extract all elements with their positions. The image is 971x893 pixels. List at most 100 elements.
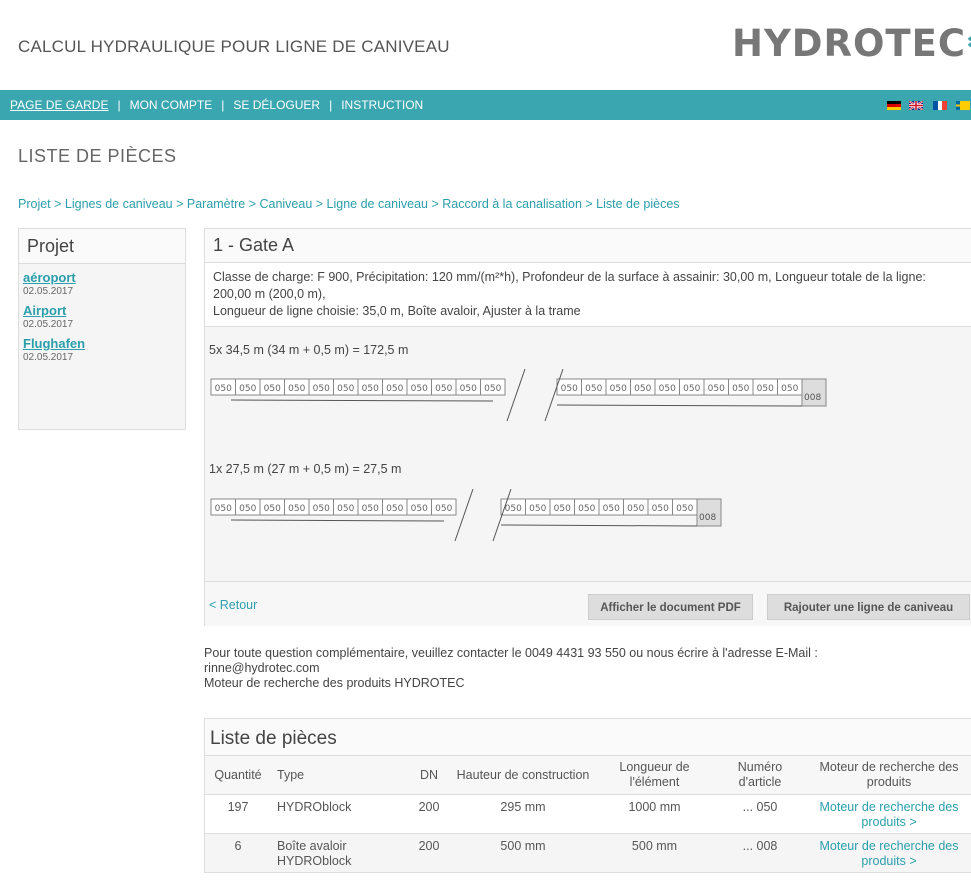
channel-segment: 050 (525, 498, 551, 516)
table-row: 197 HYDROblock 200 295 mm 1000 mm ... 05… (205, 794, 971, 834)
nav-mon-compte[interactable]: MON COMPTE (130, 98, 213, 112)
svg-text:050: 050 (578, 504, 595, 514)
channel-segment: 050 (623, 498, 649, 516)
end-box: 008 (696, 498, 722, 527)
channel-segment: 050 (672, 498, 698, 516)
svg-text:050: 050 (529, 504, 546, 514)
svg-text:050: 050 (362, 384, 379, 394)
panel-footer: < Retour Afficher le document PDF Rajout… (205, 581, 971, 626)
nav-separator: | (221, 98, 225, 112)
col-quantite: Quantité (214, 767, 262, 782)
product-search-link[interactable]: Moteur de recherche des produits > (820, 800, 959, 829)
channel-segment: 050 (455, 378, 481, 396)
flag-se-icon[interactable] (956, 101, 970, 110)
svg-text:008: 008 (804, 393, 821, 403)
svg-text:050: 050 (676, 504, 693, 514)
nav-instruction[interactable]: INSTRUCTION (341, 98, 423, 112)
channel-segment: 050 (284, 498, 310, 516)
channel-segment: 050 (574, 498, 600, 516)
line-panel: 1 - Gate A Classe de charge: F 900, Préc… (204, 228, 971, 626)
channel-segment: 050 (777, 378, 803, 396)
svg-text:050: 050 (313, 384, 330, 394)
logo-text: HYDROTEC (732, 22, 967, 65)
svg-text:050: 050 (288, 384, 305, 394)
col-numero: Numéro d'article (737, 760, 783, 789)
add-line-button[interactable]: Rajouter une ligne de caniveau (767, 594, 970, 620)
contact-info: Pour toute question complémentaire, veui… (204, 646, 944, 691)
svg-text:050: 050 (561, 384, 578, 394)
nav-se-deloguer[interactable]: SE DÉLOGUER (233, 98, 320, 112)
channel-segment: 050 (752, 378, 778, 396)
svg-text:050: 050 (411, 384, 428, 394)
flag-de-icon[interactable] (887, 101, 901, 110)
line1-diagram: 050 050 050 050 050 050 050 050 050 050 050 050 050 0… (205, 369, 971, 439)
svg-text:050: 050 (264, 504, 281, 514)
svg-text:050: 050 (411, 504, 428, 514)
product-search-text[interactable]: Moteur de recherche des produits HYDROTE… (204, 676, 944, 691)
col-hauteur: Hauteur de construction (456, 767, 590, 782)
project-link-airport[interactable]: Airport (23, 303, 181, 318)
channel-segment: 050 (235, 498, 261, 516)
breadcrumb[interactable]: Projet > Lignes de caniveau > Paramètre … (18, 197, 680, 211)
project-date: 02.05.2017 (23, 352, 74, 363)
svg-text:050: 050 (215, 384, 232, 394)
project-link-flughafen[interactable]: Flughafen (23, 336, 181, 351)
parts-title: Liste de pièces (205, 719, 971, 756)
project-date: 02.05.2017 (23, 286, 74, 297)
show-pdf-button[interactable]: Afficher le document PDF (588, 594, 753, 620)
channel-segment: 050 (679, 378, 705, 396)
line1-label: 5x 34,5 m (34 m + 0,5 m) = 172,5 m (209, 343, 409, 357)
channel-segment: 050 (647, 498, 673, 516)
svg-text:050: 050 (239, 504, 256, 514)
contact-email[interactable]: rinne@hydrotec.com (204, 661, 944, 676)
svg-text:050: 050 (215, 504, 232, 514)
col-type: Type (277, 767, 305, 782)
cell-length: 1000 mm (628, 800, 681, 814)
project-item: Airport 02.05.2017 (19, 303, 185, 330)
end-box: 008 (801, 378, 827, 407)
channel-segment: 050 (210, 378, 236, 396)
page-title: LISTE DE PIÈCES (18, 146, 177, 166)
svg-text:050: 050 (603, 504, 620, 514)
flag-fr-icon[interactable] (933, 101, 947, 110)
channel-segment: 050 (598, 498, 624, 516)
product-search-link[interactable]: Moteur de recherche des produits > (820, 839, 959, 868)
svg-text:050: 050 (585, 384, 602, 394)
channel-segment: 050 (210, 498, 236, 516)
channel-segment: 050 (308, 498, 334, 516)
parts-table: Quantité Type DN Hauteur de construction… (205, 756, 971, 872)
nav-page-de-garde[interactable]: PAGE DE GARDE (10, 98, 108, 112)
channel-segment: 050 (284, 378, 310, 396)
channel-segment: 050 (357, 498, 383, 516)
hydrotec-logo[interactable]: HYDROTEC (732, 22, 971, 65)
cell-length: 500 mm (631, 839, 678, 853)
svg-text:050: 050 (386, 384, 403, 394)
svg-text:050: 050 (505, 504, 522, 514)
cell-dn: 200 (418, 839, 440, 853)
channel-segment: 050 (333, 378, 359, 396)
svg-text:008: 008 (699, 513, 716, 523)
project-link-aeroport[interactable]: aéroport (23, 270, 181, 285)
svg-text:050: 050 (460, 384, 477, 394)
line-description: Classe de charge: F 900, Précipitation: … (205, 263, 971, 327)
channel-segment: 050 (549, 498, 575, 516)
nav-separator: | (117, 98, 121, 112)
svg-text:050: 050 (484, 384, 501, 394)
svg-text:050: 050 (627, 504, 644, 514)
svg-text:050: 050 (386, 504, 403, 514)
cell-article: ... 050 (742, 800, 778, 814)
cell-type: Boîte avaloir HYDROblock (277, 839, 352, 868)
cell-dn: 200 (418, 800, 440, 814)
back-link[interactable]: < Retour (209, 598, 257, 612)
project-date: 02.05.2017 (23, 319, 74, 330)
svg-text:050: 050 (652, 504, 669, 514)
sidebar-title: Projet (19, 229, 185, 264)
channel-segment: 050 (431, 378, 457, 396)
flag-uk-icon[interactable] (909, 101, 923, 110)
main-navbar: PAGE DE GARDE | MON COMPTE | SE DÉLOGUER | INS… (0, 90, 971, 120)
contact-text: Pour toute question complémentaire, veui… (204, 646, 818, 660)
line2-diagram: 050 050 050 050 050 050 050 050 050 050 050 050 050 0… (205, 489, 971, 549)
channel-segment: 050 (605, 378, 631, 396)
project-sidebar: Projet aéroport 02.05.2017 Airport 02.05… (18, 228, 186, 430)
nav-separator: | (329, 98, 333, 112)
